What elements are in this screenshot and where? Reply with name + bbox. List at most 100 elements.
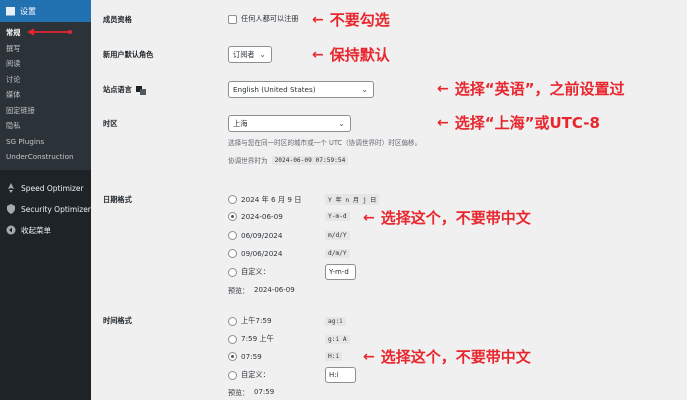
annotation-text: 选择“上海”或UTC-8 (454, 114, 600, 132)
annotation-text: 选择“英语”，之前设置过 (454, 80, 625, 98)
date-format-radio[interactable] (228, 249, 237, 258)
site-language-select[interactable]: English (United States) ⌄ (228, 81, 374, 98)
speed-optimizer-label: Speed Optimizer (21, 183, 84, 193)
annotation-date-format: ← 选择这个，不要带中文 (363, 207, 531, 228)
date-format-option[interactable]: 2024 年 6 月 9 日 Y 年 n 月 j 日 (228, 194, 380, 205)
time-preview-label: 预览： (228, 389, 249, 397)
time-format-option-code: ag:i (325, 316, 346, 326)
settings-content: 成员资格 任何人都可以注册 新用户默认角色 订阅者 ⌄ 站点语言 English… (91, 0, 687, 400)
date-format-radio[interactable] (228, 231, 237, 240)
time-preview-value: 07:59 (254, 388, 275, 396)
sidebar-item-sg-plugins[interactable]: SG Plugins (0, 134, 91, 150)
date-format-label: 日期格式 (103, 195, 132, 204)
time-format-option[interactable]: 上午7:59 ag:i (228, 316, 346, 326)
collapse-menu-button[interactable]: 收起菜单 (0, 220, 91, 241)
security-optimizer-label: Security Optimizer (21, 204, 91, 214)
default-role-label: 新用户默认角色 (103, 50, 154, 59)
time-format-custom-radio[interactable] (228, 370, 237, 380)
arrow-left-icon: ← (437, 80, 449, 97)
sidebar-item-permalinks[interactable]: 固定链接 (0, 103, 91, 119)
date-preview-label: 预览： (228, 287, 249, 295)
utc-time-value: 2024-06-09 07:59:54 (271, 155, 349, 165)
sidebar-item-underconstruction[interactable]: UnderConstruction (0, 149, 91, 165)
annotation-text: 不要勾选 (329, 11, 390, 29)
date-format-option-text: 06/09/2024 (241, 231, 283, 240)
anyone-can-register-checkbox[interactable] (228, 14, 237, 24)
date-format-option-text: 2024-06-09 (241, 212, 283, 221)
collapse-menu-label: 收起菜单 (21, 225, 51, 235)
time-format-radio[interactable] (228, 316, 237, 326)
sidebar-item-security-optimizer[interactable]: Security Optimizer (0, 199, 91, 220)
date-format-radio[interactable] (228, 195, 237, 204)
time-format-option-text: 07:59 (241, 352, 262, 361)
sidebar-item-media[interactable]: 媒体 (0, 87, 91, 103)
time-format-option[interactable]: 7:59 上午 g:i A (228, 334, 350, 344)
arrow-left-icon: ← (312, 46, 324, 63)
time-format-custom-input[interactable]: H:i (325, 367, 356, 383)
time-format-option-code: H:i (325, 352, 343, 361)
annotation-time-format: ← 选择这个，不要带中文 (363, 346, 531, 367)
date-format-preview: 预览： 2024-06-09 (228, 286, 295, 296)
arrow-left-icon: ← (312, 11, 324, 28)
annotation-text: 选择这个，不要带中文 (380, 348, 531, 366)
translation-icon (135, 85, 146, 95)
time-format-option-text: 7:59 上午 (241, 334, 274, 343)
rocket-icon (8, 183, 14, 193)
timezone-value: 上海 (233, 119, 248, 128)
time-format-label: 时间格式 (103, 316, 132, 325)
utc-time-label: 协调世界时为 (228, 157, 268, 165)
time-format-preview: 预览： 07:59 (228, 388, 274, 398)
admin-sidebar: 设置 常规 撰写 阅读 讨论 媒体 固定链接 隐私 SG Plugins Und… (0, 0, 91, 400)
settings-submenu: 常规 撰写 阅读 讨论 媒体 固定链接 隐私 SG Plugins UnderC… (0, 22, 91, 170)
sidebar-settings-header[interactable]: 设置 (0, 0, 91, 22)
date-format-custom-label: 自定义： (241, 267, 270, 276)
time-format-radio[interactable] (228, 352, 237, 361)
date-format-option-code: m/d/Y (325, 231, 350, 240)
default-role-value: 订阅者 (233, 50, 255, 59)
collapse-arrow-icon (6, 225, 16, 235)
time-format-custom-option[interactable]: 自定义： H:i (228, 367, 356, 383)
sidebar-item-reading[interactable]: 阅读 (0, 56, 91, 72)
sidebar-item-speed-optimizer[interactable]: Speed Optimizer (0, 178, 91, 199)
date-format-custom-input[interactable]: Y-m-d (325, 264, 356, 280)
date-format-radio[interactable] (228, 212, 237, 221)
date-format-option-text: 2024 年 6 月 9 日 (241, 194, 302, 204)
sidebar-annotation-arrow-icon (27, 28, 72, 36)
date-format-custom-option[interactable]: 自定义： Y-m-d (228, 264, 356, 280)
time-format-custom-label: 自定义： (241, 370, 270, 379)
site-language-label-wrap: 站点语言 (103, 85, 146, 95)
annotation-dont-check: ← 不要勾选 (312, 9, 390, 30)
annotation-text: 保持默认 (329, 46, 390, 64)
shield-icon (7, 204, 15, 214)
arrow-left-icon: ← (363, 348, 375, 365)
sidebar-item-discussion[interactable]: 讨论 (0, 72, 91, 88)
default-role-select[interactable]: 订阅者 ⌄ (228, 46, 272, 63)
time-format-option-code: g:i A (325, 334, 350, 344)
timezone-help: 选择与您在同一时区的城市或一个 UTC（协调世界时）时区偏移。 (228, 139, 422, 147)
utc-time-row: 协调世界时为 2024-06-09 07:59:54 (228, 155, 349, 165)
sidebar-header-label: 设置 (20, 6, 36, 16)
settings-icon (6, 6, 15, 16)
time-format-option[interactable]: 07:59 H:i (228, 352, 343, 361)
arrow-left-icon: ← (363, 209, 375, 226)
chevron-down-icon: ⌄ (259, 50, 266, 59)
date-format-option-text: 09/06/2024 (241, 249, 283, 258)
time-format-option-text: 上午7:59 (241, 316, 272, 325)
timezone-select[interactable]: 上海 ⌄ (228, 115, 351, 132)
date-format-option-code: Y 年 n 月 j 日 (325, 194, 380, 205)
date-format-option[interactable]: 06/09/2024 m/d/Y (228, 231, 350, 240)
sidebar-item-writing[interactable]: 撰写 (0, 41, 91, 57)
site-language-label: 站点语言 (103, 85, 132, 94)
membership-label: 成员资格 (103, 15, 132, 24)
date-format-option[interactable]: 2024-06-09 Y-m-d (228, 212, 350, 221)
site-language-value: English (United States) (233, 85, 316, 94)
date-format-option[interactable]: 09/06/2024 d/m/Y (228, 249, 350, 258)
annotation-select-english: ← 选择“英语”，之前设置过 (437, 78, 624, 99)
chevron-down-icon: ⌄ (361, 85, 368, 94)
anyone-can-register-label: 任何人都可以注册 (241, 14, 299, 23)
time-format-radio[interactable] (228, 334, 237, 344)
date-preview-value: 2024-06-09 (254, 286, 295, 294)
date-format-custom-radio[interactable] (228, 267, 237, 277)
sidebar-item-privacy[interactable]: 隐私 (0, 118, 91, 134)
annotation-keep-default: ← 保持默认 (312, 44, 390, 65)
